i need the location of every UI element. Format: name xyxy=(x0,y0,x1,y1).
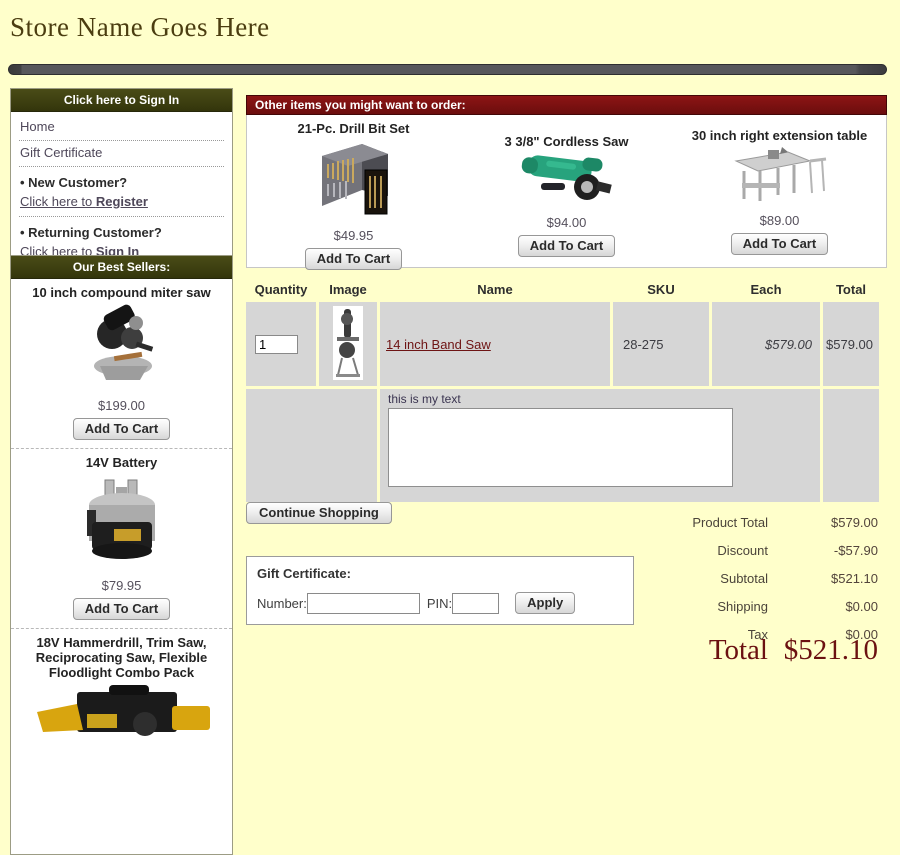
product-title: 18V Hammerdrill, Trim Saw, Reciprocating… xyxy=(11,633,232,682)
total-row: Shipping $0.00 xyxy=(618,593,878,621)
gift-number-label: Number: xyxy=(257,596,307,611)
gift-number-input[interactable] xyxy=(307,593,420,614)
total-row-label: Subtotal xyxy=(618,565,768,593)
gift-certificate-panel: Gift Certificate: Number: PIN: Apply xyxy=(246,556,634,625)
cart-table: Quantity Image Name SKU Each Total 14 in… xyxy=(243,278,882,505)
note-label: this is my text xyxy=(388,392,812,406)
grand-total-value: $521.10 xyxy=(768,634,878,667)
product-title: 30 inch right extension table xyxy=(692,128,868,143)
miter-saw-image[interactable] xyxy=(76,304,168,395)
total-row: Discount -$57.90 xyxy=(618,537,878,565)
cart-item-link[interactable]: 14 inch Band Saw xyxy=(386,337,491,352)
register-link-strong: Register xyxy=(96,194,148,209)
register-link-prefix: Click here to xyxy=(20,194,96,209)
column-header-sku: SKU xyxy=(613,281,709,299)
total-row-label: Product Total xyxy=(618,509,768,537)
page-title: Store Name Goes Here xyxy=(10,12,270,43)
total-row-value: $579.00 xyxy=(768,509,878,537)
continue-shopping-button[interactable]: Continue Shopping xyxy=(246,502,392,524)
product-price: $94.00 xyxy=(547,215,587,230)
band-saw-image[interactable] xyxy=(333,368,363,383)
recommended-item: 21-Pc. Drill Bit Set xyxy=(247,115,460,267)
column-header-each: Each xyxy=(712,281,820,299)
horizontal-scrollbar[interactable] xyxy=(8,64,887,75)
product-title: 10 inch compound miter saw xyxy=(11,283,232,302)
total-row: Subtotal $521.10 xyxy=(618,565,878,593)
add-to-cart-button[interactable]: Add To Cart xyxy=(73,418,170,440)
best-seller-item: 10 inch compound miter saw $199.00 Add T… xyxy=(11,279,232,440)
battery-image[interactable] xyxy=(72,474,172,575)
best-sellers-panel: Our Best Sellers: 10 inch compound miter… xyxy=(10,255,233,855)
product-price: $199.00 xyxy=(11,398,232,413)
gift-pin-label: PIN: xyxy=(427,596,452,611)
note-textarea[interactable] xyxy=(388,408,733,487)
sidebar-item-home[interactable]: Home xyxy=(19,115,224,141)
cart-item-total: $579.00 xyxy=(823,302,879,386)
new-customer-label: • New Customer? xyxy=(19,167,224,193)
column-header-name: Name xyxy=(380,281,610,299)
sidebar-item-gift-certificate[interactable]: Gift Certificate xyxy=(19,141,224,167)
total-row-label: Shipping xyxy=(618,593,768,621)
best-sellers-header: Our Best Sellers: xyxy=(11,256,232,279)
column-header-total: Total xyxy=(823,281,879,299)
total-row-value: $521.10 xyxy=(768,565,878,593)
register-link[interactable]: Click here to Register xyxy=(19,193,224,217)
gift-pin-input[interactable] xyxy=(452,593,499,614)
returning-customer-label: • Returning Customer? xyxy=(19,217,224,243)
product-title: 21-Pc. Drill Bit Set xyxy=(298,121,410,136)
order-totals: Product Total $579.00 Discount -$57.90 S… xyxy=(618,509,878,649)
product-price: $49.95 xyxy=(334,228,374,243)
total-row-value: $0.00 xyxy=(768,593,878,621)
extension-table-image[interactable] xyxy=(730,143,830,210)
product-price: $89.00 xyxy=(760,213,800,228)
cart-item-each: $579.00 xyxy=(712,302,820,386)
signin-panel-header[interactable]: Click here to Sign In xyxy=(11,89,232,112)
cordless-saw-image[interactable] xyxy=(515,149,619,212)
add-to-cart-button[interactable]: Add To Cart xyxy=(518,235,615,257)
cart-item-sku: 28-275 xyxy=(613,302,709,386)
best-seller-item: 14V Battery $79.95 Add To Cart xyxy=(11,449,232,620)
product-title: 3 3/8" Cordless Saw xyxy=(505,134,629,149)
add-to-cart-button[interactable]: Add To Cart xyxy=(73,598,170,620)
product-price: $79.95 xyxy=(11,578,232,593)
cart-note-row: this is my text xyxy=(246,389,879,502)
add-to-cart-button[interactable]: Add To Cart xyxy=(731,233,828,255)
total-row: Product Total $579.00 xyxy=(618,509,878,537)
add-to-cart-button[interactable]: Add To Cart xyxy=(305,248,402,270)
best-seller-item: 18V Hammerdrill, Trim Saw, Reciprocating… xyxy=(11,629,232,749)
cart-item-row: 14 inch Band Saw 28-275 $579.00 $579.00 xyxy=(246,302,879,386)
quantity-input[interactable] xyxy=(255,335,298,354)
column-header-image: Image xyxy=(319,281,377,299)
column-header-quantity: Quantity xyxy=(246,281,316,299)
recommendations-header: Other items you might want to order: xyxy=(246,95,887,115)
total-row-label: Discount xyxy=(618,537,768,565)
cart-header-row: Quantity Image Name SKU Each Total xyxy=(246,281,879,299)
apply-button[interactable]: Apply xyxy=(515,592,575,614)
total-row-value: -$57.90 xyxy=(768,537,878,565)
gift-certificate-title: Gift Certificate: xyxy=(257,566,623,581)
drill-bit-set-image[interactable] xyxy=(304,136,404,225)
grand-total-row: Total $521.10 xyxy=(618,634,878,667)
recommended-item: 3 3/8" Cordless Saw $94.00 Add To Cart xyxy=(460,115,673,267)
recommendations-panel: 21-Pc. Drill Bit Set xyxy=(246,115,887,268)
recommended-item: 30 inch right extension table $89.00 Add… xyxy=(673,115,886,267)
combo-pack-image[interactable] xyxy=(27,684,217,749)
grand-total-label: Total xyxy=(618,634,768,667)
product-title: 14V Battery xyxy=(11,453,232,472)
signin-panel: Click here to Sign In Home Gift Certific… xyxy=(10,88,233,273)
